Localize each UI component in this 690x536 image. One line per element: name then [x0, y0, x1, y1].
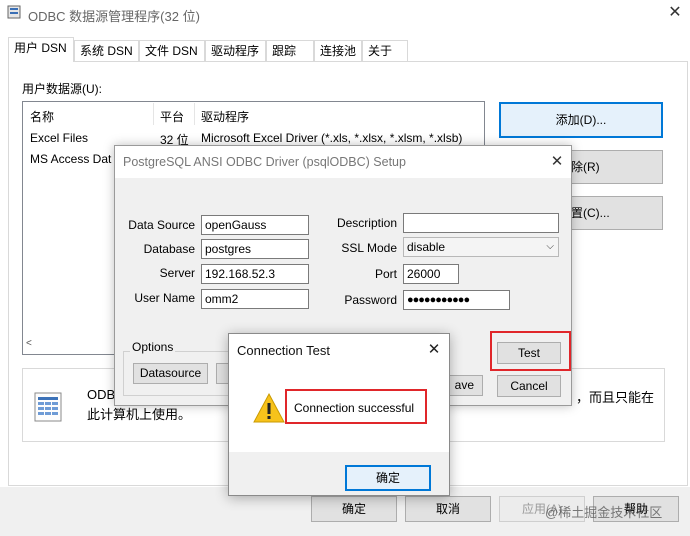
column-divider [194, 103, 195, 125]
tab-about[interactable]: 关于 [362, 40, 408, 61]
message-highlight [285, 389, 427, 424]
remove-button-label: 除(R) [571, 160, 600, 174]
server-input[interactable]: 192.168.52.3 [201, 264, 309, 284]
watermark: @稀土掘金技术社区 [545, 505, 663, 520]
tab-file-dsn[interactable]: 文件 DSN [139, 40, 205, 61]
list-item-driver: Microsoft Excel Driver (*.xls, *.xlsx, *… [201, 131, 463, 145]
description-label: Description [336, 216, 397, 230]
ssl-mode-label: SSL Mode [341, 241, 397, 255]
port-input[interactable]: 26000 [403, 264, 459, 284]
close-icon[interactable]: ✕ [545, 150, 569, 174]
column-header-driver[interactable]: 驱动程序 [201, 108, 249, 125]
info-text-line2: 此计算机上使用。 [87, 407, 192, 422]
cancel-button[interactable]: 取消 [405, 496, 491, 522]
port-label: Port [374, 267, 397, 281]
conn-ok-button[interactable]: 确定 [345, 465, 431, 491]
close-icon[interactable]: ✕ [660, 0, 690, 26]
setup-cancel-button[interactable]: Cancel [497, 375, 561, 397]
configure-button-label: 置(C)... [571, 206, 610, 220]
scroll-left-icon[interactable]: < [26, 338, 32, 349]
add-button[interactable]: 添加(D)... [499, 102, 663, 138]
data-source-input[interactable]: openGauss [201, 215, 309, 235]
user-name-label: User Name [134, 291, 195, 305]
database-label: Database [143, 242, 195, 256]
ssl-mode-value: disable [407, 240, 446, 254]
odbc-icon [7, 5, 21, 19]
password-label: Password [344, 293, 397, 307]
test-highlight [490, 331, 571, 371]
user-data-source-label: 用户数据源(U): [22, 82, 102, 96]
datasource-button[interactable]: Datasource [133, 363, 208, 384]
ok-button[interactable]: 确定 [311, 496, 397, 522]
tab-tracing[interactable]: 跟踪 [266, 40, 314, 61]
column-header-platform[interactable]: 平台 [160, 108, 184, 125]
tab-drivers[interactable]: 驱动程序 [205, 40, 266, 61]
column-header-name[interactable]: 名称 [30, 108, 54, 125]
database-input[interactable]: postgres [201, 239, 309, 259]
options-label: Options [130, 340, 176, 354]
main-window-title: ODBC 数据源管理程序(32 位) [28, 9, 200, 24]
user-name-input[interactable]: omm2 [201, 289, 309, 309]
data-source-label: Data Source [128, 218, 195, 232]
list-item-name: Excel Files [30, 131, 89, 145]
setup-dialog-title: PostgreSQL ANSI ODBC Driver (psqlODBC) S… [123, 155, 406, 169]
conn-dialog-title: Connection Test [237, 343, 330, 358]
ssl-mode-select[interactable]: disable ⌵ [403, 237, 559, 257]
data-source-info-icon [33, 391, 65, 423]
info-text-end: ，而且只能在 [576, 390, 655, 405]
description-input[interactable] [403, 213, 559, 233]
chevron-down-icon: ⌵ [546, 241, 554, 252]
list-item-name: MS Access Dat [30, 152, 112, 166]
tab-connection-pool[interactable]: 连接池 [314, 40, 362, 61]
tab-user-dsn[interactable]: 用户 DSN [8, 37, 74, 62]
tab-system-dsn[interactable]: 系统 DSN [74, 40, 139, 61]
close-icon[interactable]: ✕ [423, 338, 445, 362]
info-text-start: ODB [87, 387, 116, 402]
list-item[interactable]: MS Access Dat [23, 150, 118, 168]
server-label: Server [159, 266, 195, 280]
column-divider [153, 103, 154, 125]
password-input[interactable]: ●●●●●●●●●●● [403, 290, 510, 310]
warning-icon [253, 392, 285, 424]
